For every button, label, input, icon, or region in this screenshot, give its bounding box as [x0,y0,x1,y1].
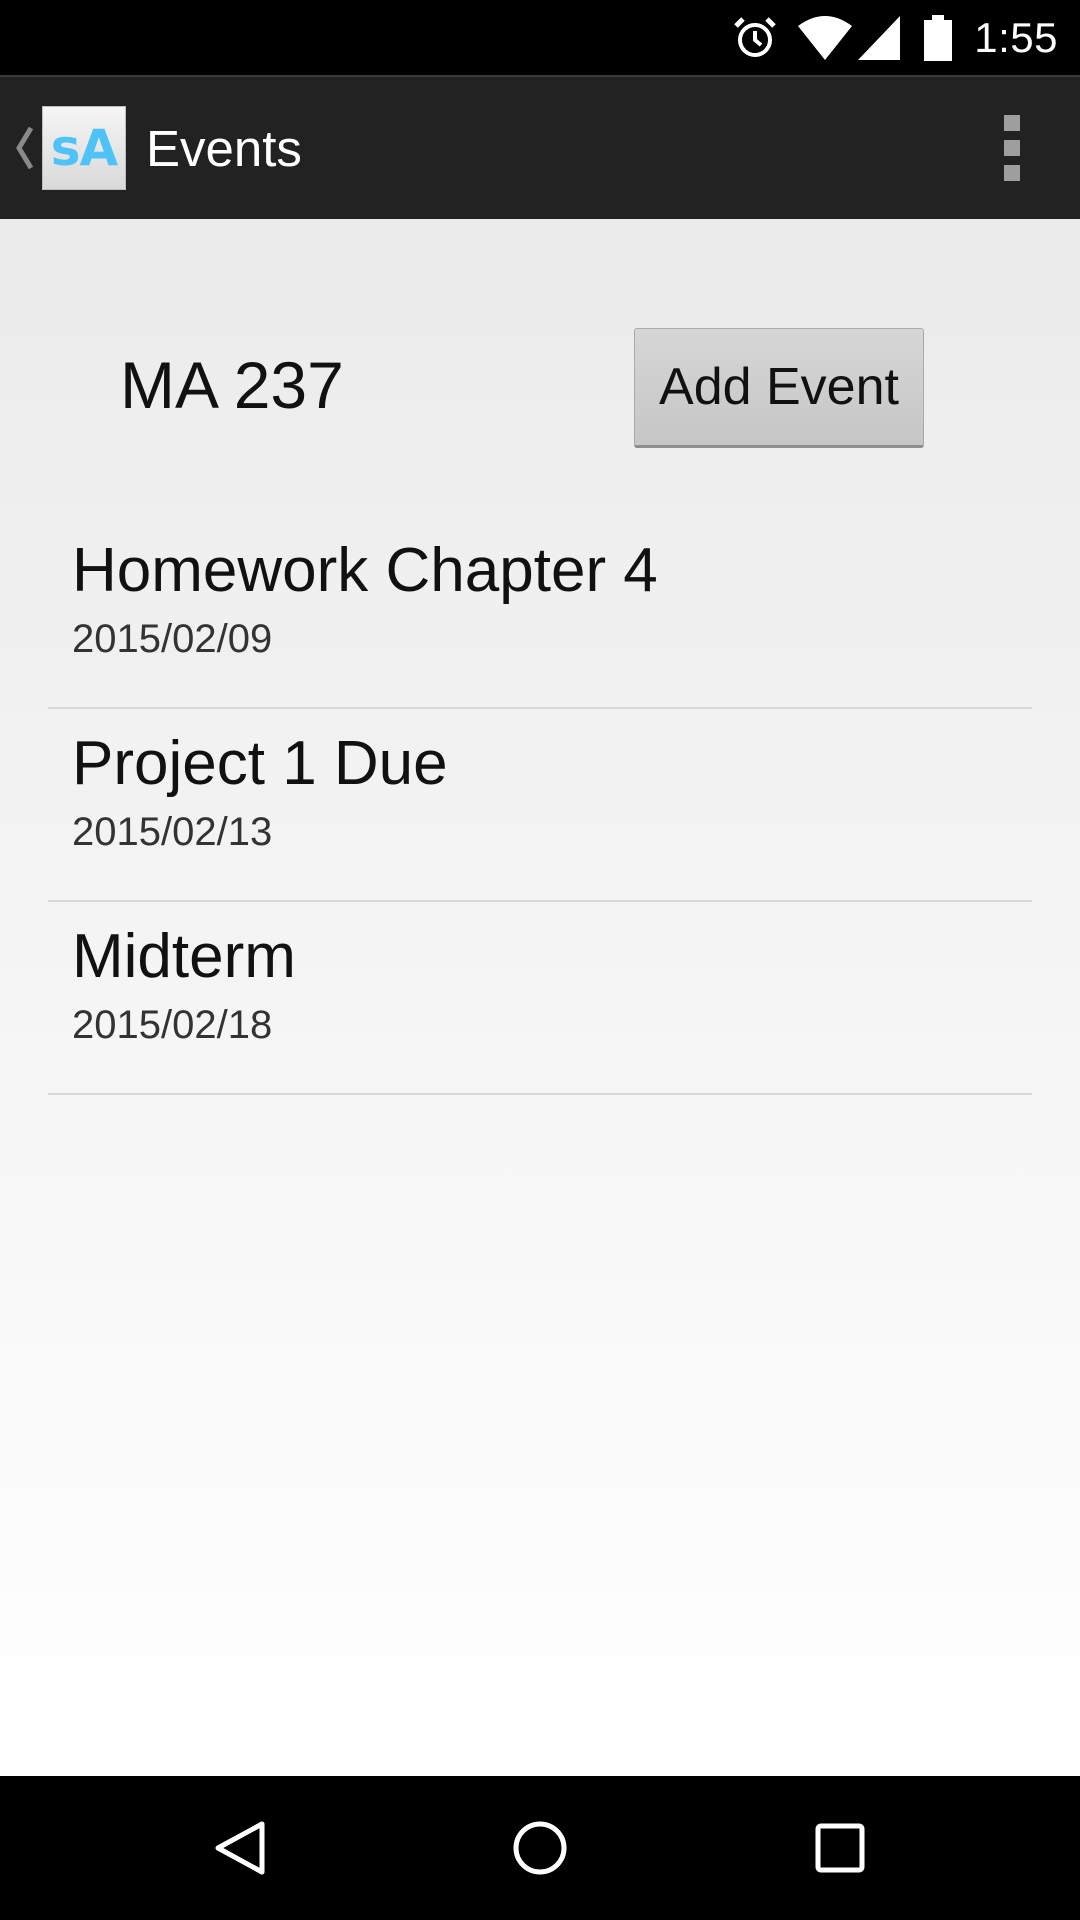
page-title: Events [146,119,302,177]
app-logo: sA [42,106,126,190]
wifi-icon [798,15,853,60]
status-icons: 1:55 [732,0,1058,75]
add-event-button[interactable]: Add Event [634,328,924,448]
event-list: Homework Chapter 4 2015/02/09 Project 1 … [48,516,1032,1095]
status-time: 1:55 [974,13,1058,61]
overflow-menu-icon [1004,115,1020,181]
up-navigation-button[interactable]: sA Events [0,77,330,219]
course-name: MA 237 [120,348,344,422]
back-triangle-icon [210,1818,270,1878]
content-area: MA 237 Add Event Homework Chapter 4 2015… [0,219,1080,1776]
back-caret-icon [0,77,40,219]
action-bar: sA Events [0,75,1080,219]
nav-recents-button[interactable] [760,1776,920,1920]
event-date: 2015/02/09 [72,617,273,661]
event-date: 2015/02/13 [72,810,273,854]
alarm-icon [732,15,778,61]
event-item-project-1-due[interactable]: Project 1 Due 2015/02/13 [48,709,1032,902]
event-title: Midterm [72,922,296,991]
nav-home-button[interactable] [460,1776,620,1920]
event-date: 2015/02/18 [72,1003,273,1047]
nav-back-button[interactable] [160,1776,320,1920]
navigation-bar [0,1776,1080,1920]
status-bar: 1:55 [0,0,1080,75]
home-circle-icon [510,1818,570,1878]
battery-icon [924,14,953,61]
recents-square-icon [812,1820,868,1876]
event-item-midterm[interactable]: Midterm 2015/02/18 [48,902,1032,1095]
cell-signal-icon [858,15,901,60]
event-title: Project 1 Due [72,729,448,798]
event-item-homework-chapter-4[interactable]: Homework Chapter 4 2015/02/09 [48,516,1032,709]
overflow-menu-button[interactable] [980,77,1044,219]
event-title: Homework Chapter 4 [72,536,658,605]
